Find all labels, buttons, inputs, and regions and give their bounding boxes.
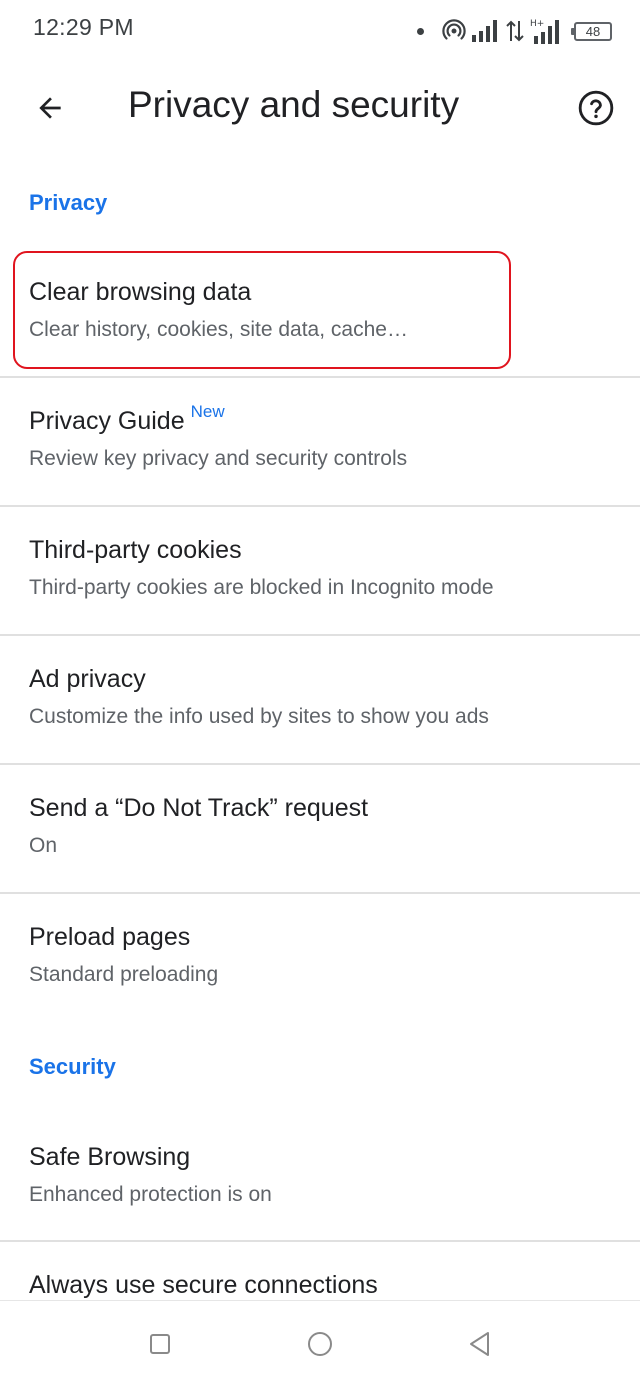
arrow-back-icon xyxy=(39,97,61,119)
item-subtitle: Clear history, cookies, site data, cache… xyxy=(29,318,408,341)
page-title: Privacy and security xyxy=(128,84,460,125)
battery-icon: 48 xyxy=(571,21,612,41)
system-nav-bar xyxy=(0,1300,640,1386)
item-subtitle: On xyxy=(29,834,58,857)
item-title-text: Privacy Guide xyxy=(29,407,185,435)
item-subtitle: Standard preloading xyxy=(29,963,219,986)
svg-text:H+: H+ xyxy=(530,19,544,29)
recents-square-icon xyxy=(150,1334,170,1354)
status-time: 12:29 PM xyxy=(33,14,134,40)
item-subtitle: Customize the info used by sites to show… xyxy=(29,705,489,728)
item-title: Always use secure connections xyxy=(29,1271,378,1299)
preload-pages-item[interactable]: Preload pages Standard preloading xyxy=(0,893,640,1021)
item-title: Third-party cookies xyxy=(29,536,242,564)
notification-dot-icon xyxy=(417,27,424,35)
item-subtitle: Review key privacy and security controls xyxy=(29,447,408,470)
new-badge: New xyxy=(190,402,225,421)
help-button[interactable] xyxy=(568,80,624,136)
item-title: Privacy Guide New xyxy=(29,402,225,436)
status-icons: H+ 48 xyxy=(417,14,612,48)
signal-icon xyxy=(472,20,497,42)
data-transfer-icon xyxy=(506,20,524,42)
item-title: Send a “Do Not Track” request xyxy=(29,794,369,822)
back-triangle-icon xyxy=(470,1332,489,1356)
section-header-privacy: Privacy xyxy=(29,190,108,215)
status-bar: 12:29 PM H+ 48 xyxy=(0,0,640,60)
third-party-cookies-item[interactable]: Third-party cookies Third-party cookies … xyxy=(0,506,640,634)
back-button[interactable] xyxy=(22,80,78,136)
screen: 12:29 PM H+ 48 Privacy and security Priv… xyxy=(0,0,640,1386)
app-bar: Privacy and security xyxy=(0,60,640,156)
nav-back-button[interactable] xyxy=(455,1319,505,1369)
home-circle-icon xyxy=(308,1332,332,1356)
hplus-signal-icon: H+ xyxy=(530,19,559,44)
privacy-guide-item[interactable]: Privacy Guide New Review key privacy and … xyxy=(0,377,640,505)
item-title: Ad privacy xyxy=(29,665,146,693)
item-title: Clear browsing data xyxy=(29,278,252,306)
safe-browsing-item[interactable]: Safe Browsing Enhanced protection is on xyxy=(0,1113,640,1241)
item-subtitle: Third-party cookies are blocked in Incog… xyxy=(29,576,494,599)
home-button[interactable] xyxy=(295,1319,345,1369)
hotspot-icon xyxy=(442,19,466,40)
item-title: Preload pages xyxy=(29,923,191,951)
recents-button[interactable] xyxy=(135,1319,185,1369)
section-header-security: Security xyxy=(29,1054,116,1079)
ad-privacy-item[interactable]: Ad privacy Customize the info used by si… xyxy=(0,635,640,763)
do-not-track-item[interactable]: Send a “Do Not Track” request On xyxy=(0,764,640,892)
clear-browsing-data-item[interactable]: Clear browsing data Clear history, cooki… xyxy=(0,248,640,376)
item-subtitle: Enhanced protection is on xyxy=(29,1183,272,1206)
help-icon xyxy=(578,90,614,126)
item-title: Safe Browsing xyxy=(29,1143,191,1171)
